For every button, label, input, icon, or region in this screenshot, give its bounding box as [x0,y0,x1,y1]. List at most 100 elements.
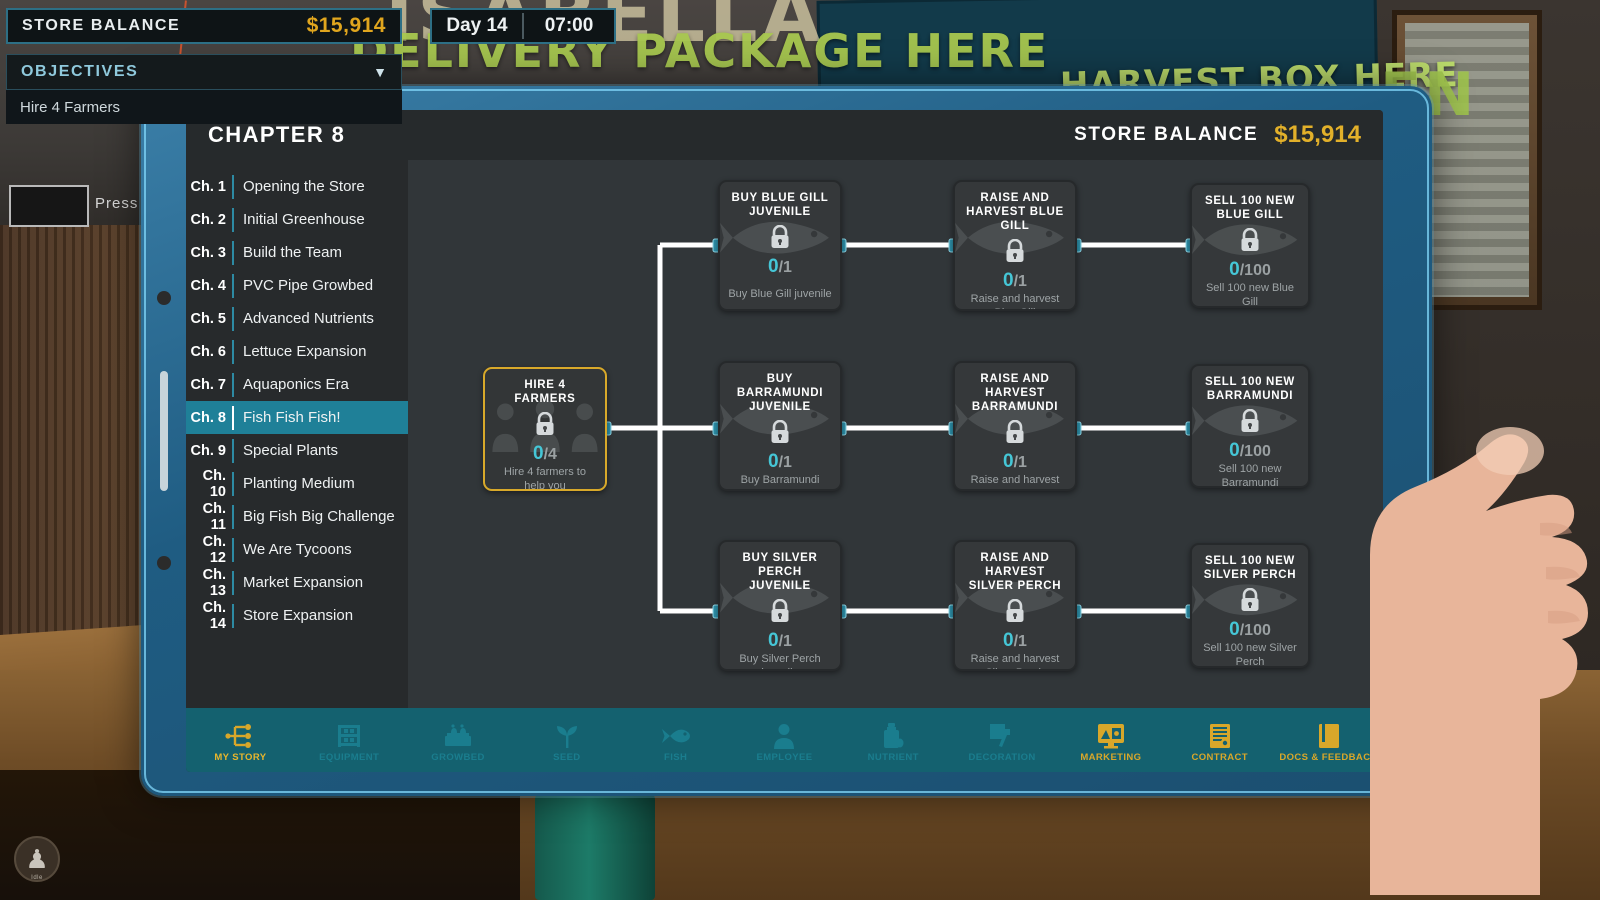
nav-item-label: MARKETING [1080,751,1142,763]
sidebar-item-planting-medium[interactable]: Ch. 10 Planting Medium [186,467,408,500]
nav-item-fish[interactable]: FISH [621,708,730,772]
sidebar-item-build-the-team[interactable]: Ch. 3 Build the Team [186,236,408,269]
lock-icon [1004,599,1026,628]
quest-progress-current: 0 [768,256,779,278]
sidebar-item-fish-fish-fish[interactable]: Ch. 8 Fish Fish Fish! [186,401,408,434]
quest-node-raise-harvest-blue-gill[interactable]: RAISE AND HARVEST BLUE GILL 0/1 Raise and … [953,180,1077,311]
bottom-navigation[interactable]: MY STORY EQUIPMENT GROWBED SEED FISH EMPLOYEE… [186,708,1383,772]
quest-title: RAISE AND HARVEST SILVER PERCH [968,552,1062,593]
quest-node-buy-silver-perch-juvenile[interactable]: BUY SILVER PERCH JUVENILE 0/1 Buy Silver P… [718,540,842,671]
quest-description: Sell 100 new Silver Perch [1203,642,1297,668]
quest-node-hire-4-farmers[interactable]: HIRE 4 FARMERS 0/4 Hire 4 farmers to help … [483,366,607,492]
quest-progress-current: 0 [1229,439,1240,461]
chapter-list[interactable]: Ch. 1 Opening the Store Ch. 2 Initial Green… [186,160,408,708]
paint-roller-icon [989,722,1015,750]
nav-item-growbed[interactable]: GROWBED [404,708,513,772]
nav-item-label: DOCS & FEEDBACK [1279,751,1378,763]
nav-item-docs-feedback[interactable]: DOCS & FEEDBACK [1274,708,1383,772]
lock-icon [1239,408,1261,438]
quest-node-sell-100-new-silver-perch[interactable]: SELL 100 NEW SILVER PERCH 0/100 Sell 100 n… [1190,543,1310,668]
chapter-name: PVC Pipe Growbed [243,277,374,294]
chapter-number: Ch. 8 [190,409,226,426]
objectives-header[interactable]: OBJECTIVES ▼ [6,54,402,90]
nav-item-label: EMPLOYEE [756,751,813,763]
chapter-divider [232,306,234,331]
quest-node-sell-100-new-blue-gill[interactable]: SELL 100 NEW BLUE GILL 0/100 Sell 100 new … [1190,183,1310,308]
lock-icon [1241,408,1259,432]
nav-item-employee[interactable]: EMPLOYEE [730,708,839,772]
quest-description: Raise and harvest Blue Gill [970,293,1060,308]
quest-title: HIRE 4 FARMERS [514,378,576,405]
bottle-icon [881,722,905,750]
chevron-down-icon[interactable]: ▼ [373,64,387,80]
chapter-number: Ch. 10 [202,467,226,500]
sidebar-item-lettuce-expansion[interactable]: Ch. 6 Lettuce Expansion [186,335,408,368]
chapter-number: Ch. 3 [190,244,226,261]
chapter-divider [232,504,234,529]
sidebar-item-opening-the-store[interactable]: Ch. 1 Opening the Store [186,170,408,203]
quest-title: BUY BLUE GILL JUVENILE [731,192,829,219]
barrel [535,790,655,900]
quest-node-raise-harvest-barramundi[interactable]: RAISE AND HARVEST BARRAMUNDI 0/1 Raise and… [953,360,1077,492]
chapter-number: Ch. 11 [202,500,226,533]
quest-description: Hire 4 farmers to help you [504,465,586,492]
avatar[interactable]: ♟ Idle [14,836,60,882]
sidebar-item-market-expansion[interactable]: Ch. 13 Market Expansion [186,566,408,599]
quest-description: Raise and harvest Silver Perch [970,653,1060,668]
sidebar-item-advanced-nutrients[interactable]: Ch. 5 Advanced Nutrients [186,302,408,335]
lock-icon [1004,238,1026,268]
nav-item-label: SEED [553,751,581,763]
nav-item-seed[interactable]: SEED [512,708,621,772]
quest-description: Buy Silver Perch juvenile [739,653,821,668]
nav-item-label: DECORATION [968,751,1036,763]
sidebar-item-special-plants[interactable]: Ch. 9 Special Plants [186,434,408,467]
sidebar-item-aquaponics-era[interactable]: Ch. 7 Aquaponics Era [186,368,408,401]
sidebar-item-initial-greenhouse[interactable]: Ch. 2 Initial Greenhouse [186,203,408,236]
hud: STORE BALANCE $15,914 Day 14 07:00 OBJEC… [6,8,616,124]
sprout-icon [555,722,579,750]
sidebar-item-big-fish-big-challenge[interactable]: Ch. 11 Big Fish Big Challenge [186,500,408,533]
quest-progress-total: /1 [778,453,792,471]
chapter-number: Ch. 14 [202,599,226,632]
quest-progress: 0/4 [533,443,557,465]
quest-node-raise-harvest-silver-perch[interactable]: RAISE AND HARVEST SILVER PERCH 0/1 Raise a… [953,540,1077,671]
nav-item-decoration[interactable]: DECORATION [948,708,1057,772]
camera-dot [157,556,171,570]
wall-monitor [9,185,89,227]
clock-time: 07:00 [544,15,594,36]
quest-progress: 0/100 [1229,440,1271,462]
sidebar-item-pvc-pipe-growbed[interactable]: Ch. 4 PVC Pipe Growbed [186,269,408,302]
chapter-number: Ch. 9 [190,442,226,459]
quest-progress-total: /100 [1239,442,1271,460]
chapter-divider [232,438,234,463]
lock-icon [536,411,554,435]
quest-progress: 0/1 [1003,270,1027,292]
sidebar-item-we-are-tycoons[interactable]: Ch. 12 We Are Tycoons [186,533,408,566]
shelf-icon [336,722,362,750]
chapter-number: Ch. 4 [190,277,226,294]
quest-node-buy-blue-gill-juvenile[interactable]: BUY BLUE GILL JUVENILE 0/1 Buy Blue Gill j… [718,180,842,311]
nav-item-contract[interactable]: CONTRACT [1165,708,1274,772]
lock-icon [1004,419,1026,449]
chapter-divider [232,570,234,595]
nav-item-equipment[interactable]: EQUIPMENT [295,708,404,772]
nav-item-marketing[interactable]: MARKETING [1057,708,1166,772]
monitor-ad-icon [1097,722,1125,750]
day-counter: Day 14 [446,15,508,36]
nav-item-my-story[interactable]: MY STORY [186,708,295,772]
quest-progress: 0/1 [768,256,792,278]
quest-node-sell-100-new-barramundi[interactable]: SELL 100 NEW BARRAMUNDI 0/100 Sell 100 new… [1190,363,1310,489]
quest-node-buy-barramundi-juvenile[interactable]: BUY BARRAMUNDI JUVENILE 0/1 Buy Barramundi… [718,360,842,492]
quest-description: Raise and harvest Barramundi [970,473,1060,489]
quest-title: RAISE AND HARVEST BARRAMUNDI [971,372,1059,413]
sidebar-item-store-expansion[interactable]: Ch. 14 Store Expansion [186,599,408,632]
chapter-divider [232,372,234,397]
quest-progress: 0/1 [1003,630,1027,652]
screen-body: Ch. 1 Opening the Store Ch. 2 Initial Green… [186,160,1383,708]
lock-icon [771,224,789,249]
chapter-number: Ch. 6 [190,343,226,360]
nav-item-nutrient[interactable]: NUTRIENT [839,708,948,772]
volume-slider[interactable] [160,371,168,491]
nav-item-label: NUTRIENT [867,751,919,763]
person-icon: ♟ [25,844,49,874]
